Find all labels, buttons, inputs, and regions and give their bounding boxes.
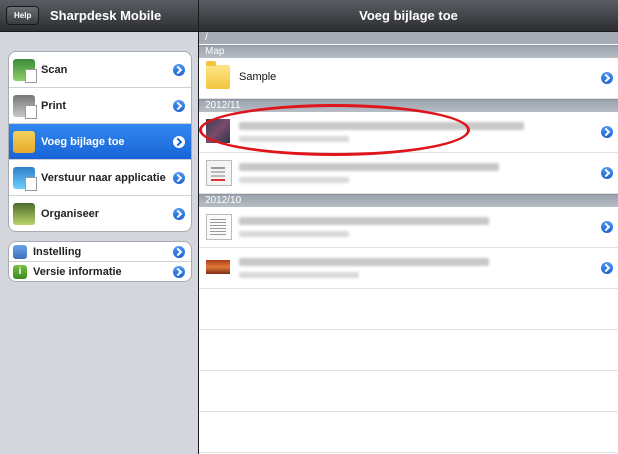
text-document-thumbnail	[206, 214, 232, 240]
attach-mail-icon	[13, 130, 35, 153]
blurred-details	[239, 136, 349, 142]
sidebar-item-send-to-app[interactable]: Verstuur naar applicatie	[9, 160, 191, 196]
empty-row	[199, 330, 618, 371]
sidebar: Help Sharpdesk Mobile Scan Print Voeg bi…	[0, 0, 198, 454]
disclosure-icon[interactable]	[173, 135, 185, 148]
app-title: Sharpdesk Mobile	[50, 8, 162, 23]
blurred-filename	[239, 122, 524, 130]
disclosure-icon[interactable]	[173, 63, 185, 76]
content-pane: Voeg bijlage toe / Map Sample 2012/11 20…	[199, 0, 618, 454]
empty-row	[199, 371, 618, 412]
disclosure-icon[interactable]	[173, 171, 185, 184]
sidebar-item-organize[interactable]: Organiseer	[9, 196, 191, 231]
sidebar-item-label: Verstuur naar applicatie	[41, 171, 166, 184]
main-menu: Scan Print Voeg bijlage toe Verstuur naa…	[8, 51, 192, 232]
folder-icon	[206, 61, 230, 89]
blurred-filename	[239, 163, 499, 171]
send-to-app-icon	[13, 166, 37, 191]
sidebar-item-scan[interactable]: Scan	[9, 52, 191, 88]
disclosure-icon[interactable]	[173, 245, 185, 258]
breadcrumb: /	[199, 32, 618, 44]
section-header: 2012/10	[199, 194, 618, 207]
print-icon	[13, 94, 37, 119]
empty-row	[199, 412, 618, 453]
sidebar-item-attach[interactable]: Voeg bijlage toe	[9, 124, 191, 160]
list-item[interactable]	[199, 207, 618, 248]
page-title: Voeg bijlage toe	[359, 8, 458, 23]
list-item[interactable]	[199, 112, 618, 153]
disclosure-icon[interactable]	[173, 207, 185, 220]
disclosure-icon[interactable]	[601, 221, 613, 233]
sidebar-item-label: Voeg bijlage toe	[41, 135, 125, 148]
disclosure-icon[interactable]	[173, 265, 185, 278]
organize-icon	[13, 202, 35, 225]
section-header: 2012/11	[199, 99, 618, 112]
sidebar-item-version-info[interactable]: i Versie informatie	[9, 262, 191, 281]
sidebar-item-label: Scan	[41, 63, 68, 76]
disclosure-icon[interactable]	[601, 126, 613, 138]
list-item[interactable]	[199, 153, 618, 194]
list-item-folder[interactable]: Sample	[199, 58, 618, 99]
disclosure-icon[interactable]	[601, 167, 613, 179]
sidebar-item-label: Print	[41, 99, 67, 112]
disclosure-icon[interactable]	[601, 72, 613, 84]
blurred-details	[239, 272, 359, 278]
help-button[interactable]: Help	[6, 6, 40, 25]
blurred-filename	[239, 258, 489, 266]
empty-row	[199, 289, 618, 330]
blurred-details	[239, 177, 349, 183]
sidebar-item-print[interactable]: Print	[9, 88, 191, 124]
sidebar-item-label: Instelling	[33, 245, 82, 258]
info-icon: i	[13, 264, 27, 279]
settings-menu: Instelling i Versie informatie	[8, 241, 192, 282]
content-toolbar: Voeg bijlage toe	[199, 0, 618, 32]
disclosure-icon[interactable]	[601, 262, 613, 274]
disclosure-icon[interactable]	[173, 99, 185, 112]
blurred-filename	[239, 217, 489, 225]
gear-icon	[13, 244, 27, 259]
photo-thumbnail	[206, 119, 230, 143]
sidebar-toolbar: Help Sharpdesk Mobile	[0, 0, 198, 32]
document-thumbnail	[206, 160, 232, 186]
sidebar-item-settings[interactable]: Instelling	[9, 242, 191, 262]
blurred-details	[239, 231, 349, 237]
list-item-label: Sample	[239, 71, 277, 83]
scan-icon	[13, 58, 37, 83]
sidebar-item-label: Organiseer	[41, 207, 100, 220]
sidebar-item-label: Versie informatie	[33, 265, 122, 278]
section-header: Map	[199, 45, 618, 58]
list-item[interactable]	[199, 248, 618, 289]
image-thumbnail	[206, 260, 230, 274]
